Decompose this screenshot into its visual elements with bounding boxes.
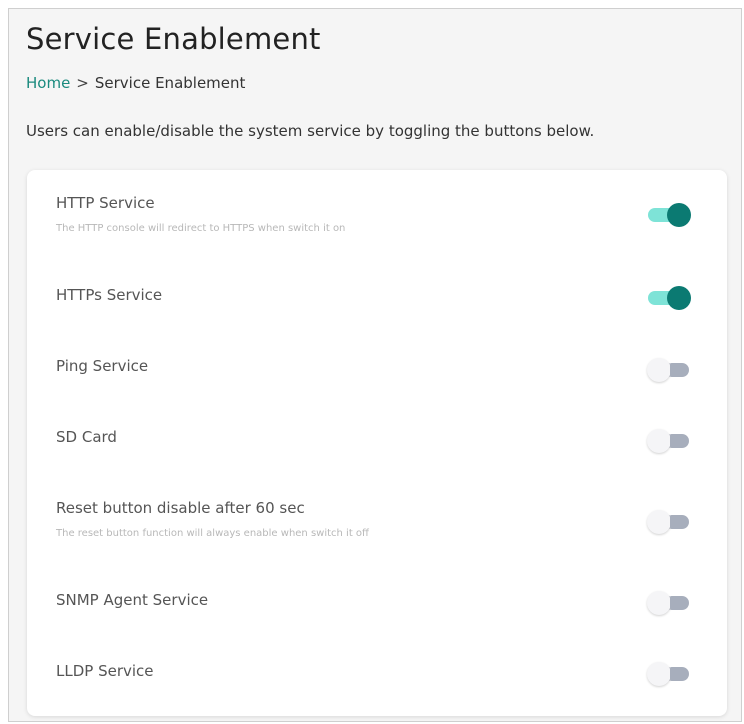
service-name: HTTP Service — [56, 194, 155, 212]
page-title: Service Enablement — [26, 22, 321, 56]
service-name: LLDP Service — [56, 662, 154, 680]
sd-card-toggle[interactable] — [645, 427, 691, 453]
toggle-off-indicator — [670, 434, 689, 448]
breadcrumb-home-link[interactable]: Home — [26, 74, 70, 92]
service-name: SNMP Agent Service — [56, 591, 209, 609]
toggle-knob — [647, 510, 671, 534]
toggle-knob — [647, 662, 671, 686]
toggle-knob — [647, 358, 671, 382]
breadcrumb-current: Service Enablement — [94, 74, 246, 92]
toggle-off-indicator — [670, 667, 689, 681]
services-card: HTTP Service The HTTP console will redir… — [27, 170, 727, 716]
https-service-toggle[interactable] — [645, 284, 691, 310]
toggle-off-indicator — [670, 596, 689, 610]
toggle-knob — [667, 286, 691, 310]
service-name: SD Card — [56, 428, 117, 446]
service-name: Reset button disable after 60 sec — [56, 499, 305, 517]
http-service-toggle[interactable] — [645, 201, 691, 227]
toggle-off-indicator — [670, 363, 689, 377]
toggle-knob — [667, 203, 691, 227]
lldp-service-toggle[interactable] — [645, 660, 691, 686]
service-description: The reset button function will always en… — [56, 528, 369, 539]
reset-button-toggle[interactable] — [645, 508, 691, 534]
toggle-knob — [647, 429, 671, 453]
page-description: Users can enable/disable the system serv… — [26, 122, 595, 140]
service-description: The HTTP console will redirect to HTTPS … — [56, 223, 346, 234]
service-name: Ping Service — [56, 357, 149, 375]
service-name: HTTPs Service — [56, 286, 163, 304]
breadcrumb: Home > Service Enablement — [26, 74, 245, 92]
toggle-off-indicator — [670, 515, 689, 529]
breadcrumb-separator: > — [76, 74, 89, 92]
snmp-agent-service-toggle[interactable] — [645, 589, 691, 615]
ping-service-toggle[interactable] — [645, 356, 691, 382]
toggle-knob — [647, 591, 671, 615]
